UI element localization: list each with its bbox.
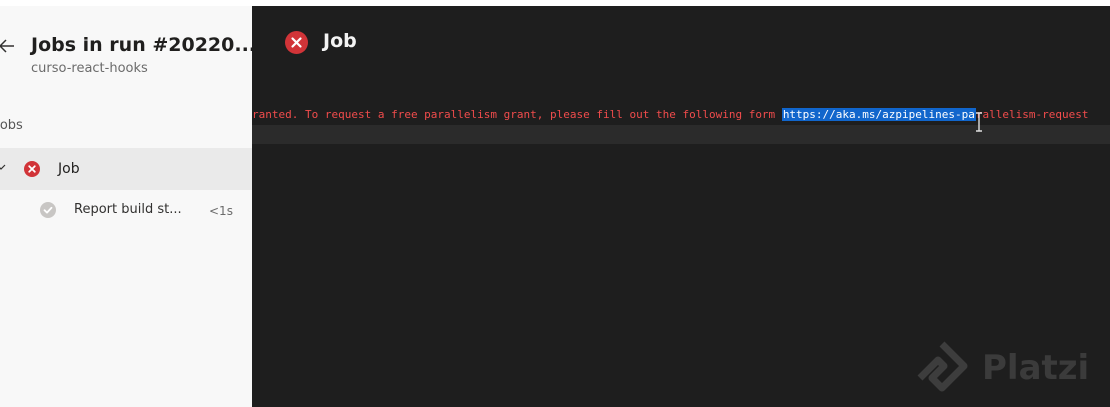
text-cursor-icon xyxy=(976,112,982,132)
error-status-icon xyxy=(285,31,308,54)
success-check-icon xyxy=(40,202,56,218)
log-text: ranted. To request a free parallelism gr… xyxy=(252,108,782,121)
watermark-text: Platzi xyxy=(982,348,1090,388)
pipeline-run-view: Jobs in run #20220... curso-react-hooks … xyxy=(0,0,1110,407)
step-duration: <1s xyxy=(209,204,233,218)
log-link-rest[interactable]: rallelism-request xyxy=(976,108,1089,121)
error-status-icon xyxy=(24,161,40,177)
job-label: Job xyxy=(58,161,80,177)
run-subtitle: curso-react-hooks xyxy=(31,61,148,76)
jobs-heading: Jobs xyxy=(0,118,23,133)
back-arrow-icon[interactable] xyxy=(0,36,16,56)
step-label: Report build st... xyxy=(74,202,182,217)
chevron-down-icon[interactable] xyxy=(0,162,6,172)
watermark: Platzi xyxy=(912,340,1110,400)
run-title: Jobs in run #20220... xyxy=(31,34,253,56)
job-log-panel: Job ranted. To request a free parallelis… xyxy=(252,6,1110,407)
jobs-sidebar: Jobs in run #20220... curso-react-hooks … xyxy=(0,6,253,407)
log-link-selected[interactable]: https://aka.ms/azpipelines-pa xyxy=(781,108,976,121)
platzi-logo-icon xyxy=(917,341,968,392)
step-list-item[interactable]: Report build st... <1s xyxy=(0,191,252,231)
job-title: Job xyxy=(323,30,357,52)
job-list-item[interactable]: Job xyxy=(0,148,252,190)
